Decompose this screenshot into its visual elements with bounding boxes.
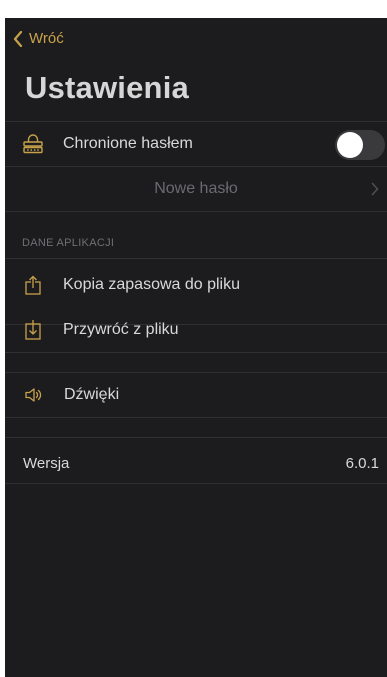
- back-label: Wróć: [29, 30, 64, 47]
- password-protected-row: Chronione hasłem: [5, 122, 387, 166]
- chevron-right-icon: [371, 182, 379, 196]
- page-title: Ustawienia: [25, 70, 189, 105]
- section-header-app-data: DANE APLIKACJI: [22, 237, 115, 249]
- version-value: 6.0.1: [345, 454, 379, 472]
- settings-screen: Wróć Ustawienia Chronione hasłem Nowe ha…: [5, 18, 387, 677]
- divider: [5, 258, 387, 259]
- restore-from-file-label: Przywróć z pliku: [63, 321, 179, 338]
- chevron-left-icon: [13, 30, 23, 47]
- divider: [5, 417, 387, 418]
- back-button[interactable]: Wróć: [13, 30, 64, 47]
- version-label: Wersja: [23, 454, 70, 472]
- toggle-knob: [337, 132, 363, 158]
- password-protected-label: Chronione hasłem: [63, 135, 193, 152]
- new-password-row[interactable]: Nowe hasło: [5, 167, 387, 211]
- password-protected-toggle[interactable]: [335, 130, 385, 160]
- sounds-label: Dźwięki: [64, 386, 120, 403]
- new-password-label: Nowe hasło: [154, 180, 238, 197]
- divider: [5, 211, 387, 212]
- restore-from-file-row[interactable]: Przywróć z pliku: [5, 308, 387, 352]
- version-row: Wersja 6.0.1: [5, 441, 387, 485]
- divider: [5, 352, 387, 353]
- password-lock-icon: [22, 133, 44, 155]
- sounds-row[interactable]: Dźwięki: [5, 373, 387, 417]
- share-export-icon: [22, 274, 44, 296]
- speaker-icon: [22, 384, 44, 406]
- divider: [5, 483, 387, 484]
- backup-to-file-row[interactable]: Kopia zapasowa do pliku: [5, 263, 387, 307]
- divider: [5, 437, 387, 438]
- backup-to-file-label: Kopia zapasowa do pliku: [63, 276, 241, 293]
- import-download-icon: [22, 319, 44, 341]
